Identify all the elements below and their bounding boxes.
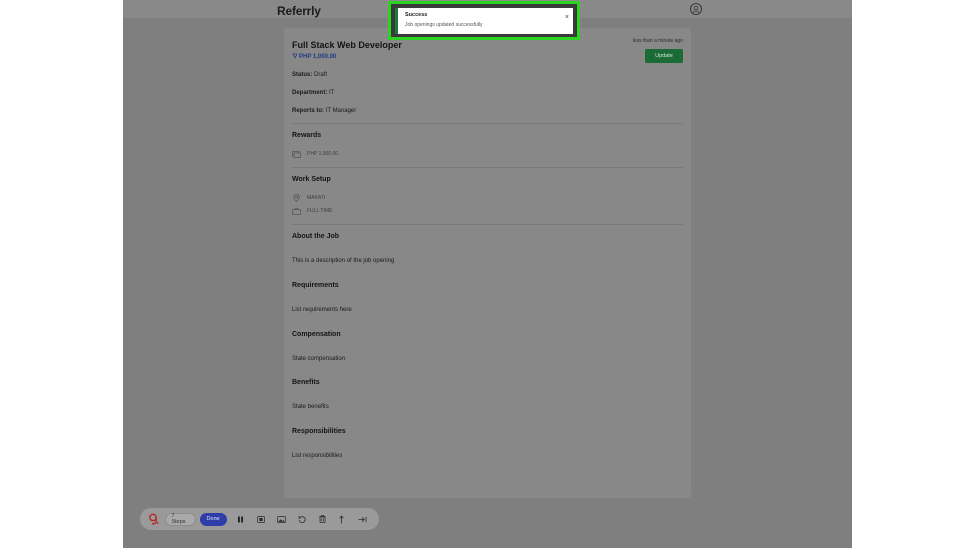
briefcase-icon [292, 207, 301, 215]
brand-logo[interactable]: Referrly [277, 4, 321, 18]
location-item: MAKATI [292, 194, 325, 202]
trash-icon[interactable] [312, 511, 332, 527]
divider [292, 224, 683, 225]
work-location: MAKATI [307, 195, 326, 201]
reward-amount: PHP 1,000.00 [307, 151, 339, 157]
requirements-text: List requirements here [292, 307, 352, 313]
job-detail-card: Full Stack Web Developer PHP 1,000.00 le… [284, 28, 691, 498]
done-button[interactable]: Done [199, 512, 227, 526]
status-label: Status: [292, 72, 313, 78]
employment-type-item: FULL TIME [292, 207, 332, 215]
divider [292, 167, 683, 168]
compensation-text: State compensation [292, 356, 346, 362]
reward-item: PHP 1,000.00 [292, 150, 338, 158]
department-label: Department: [292, 90, 328, 96]
divider [292, 123, 683, 124]
job-title: Full Stack Web Developer [292, 40, 402, 50]
reports-to-label: Reports to: [292, 108, 324, 114]
stop-icon[interactable] [251, 511, 271, 527]
undo-icon[interactable] [292, 511, 312, 527]
salary: PHP 1,000.00 [292, 53, 336, 61]
responsibilities-text: List responsibilities [292, 453, 343, 459]
requirements-heading: Requirements [292, 282, 339, 289]
department-field: Department: IT [292, 90, 334, 96]
rewards-heading: Rewards [292, 132, 322, 139]
status-field: Status: Draft [292, 72, 327, 78]
success-toast: Success Job openings updated successfull… [388, 1, 580, 40]
close-icon[interactable]: × [565, 14, 569, 21]
compensation-heading: Compensation [292, 331, 341, 338]
about-heading: About the Job [292, 233, 340, 240]
updated-timestamp: less than a minute ago [632, 38, 683, 44]
toast-title: Success [405, 12, 428, 18]
image-icon[interactable] [271, 511, 291, 527]
app-viewport: Referrly Full Stack Web Developer PHP 1,… [123, 0, 852, 548]
benefits-text: State benefits [292, 404, 329, 410]
recorder-logo-icon[interactable] [146, 511, 161, 527]
recorder-toolbar: 7 Steps Done [140, 508, 379, 530]
salary-value: PHP 1,000.00 [299, 54, 337, 60]
share-icon[interactable] [332, 511, 352, 527]
reports-to-field: Reports to: IT Manager [292, 108, 356, 114]
update-button[interactable]: Update [645, 49, 683, 63]
toast-message: Job openings updated successfully [405, 22, 483, 28]
user-circle-icon[interactable] [690, 3, 702, 15]
about-text: This is a description of the job opening [292, 258, 395, 264]
pause-icon[interactable] [231, 511, 251, 527]
employment-type: FULL TIME [307, 208, 333, 214]
toast-body: Success Job openings updated successfull… [395, 8, 573, 34]
money-icon [292, 150, 301, 158]
steps-counter[interactable]: 7 Steps [165, 512, 196, 526]
reports-to-value: IT Manager [325, 108, 357, 114]
location-pin-icon [292, 194, 301, 202]
responsibilities-heading: Responsibilities [292, 428, 346, 435]
department-value: IT [329, 90, 335, 96]
status-value: Draft [314, 72, 328, 78]
tag-icon [292, 53, 298, 61]
skip-icon[interactable] [353, 511, 373, 527]
work-setup-heading: Work Setup [292, 176, 331, 183]
benefits-heading: Benefits [292, 379, 320, 386]
